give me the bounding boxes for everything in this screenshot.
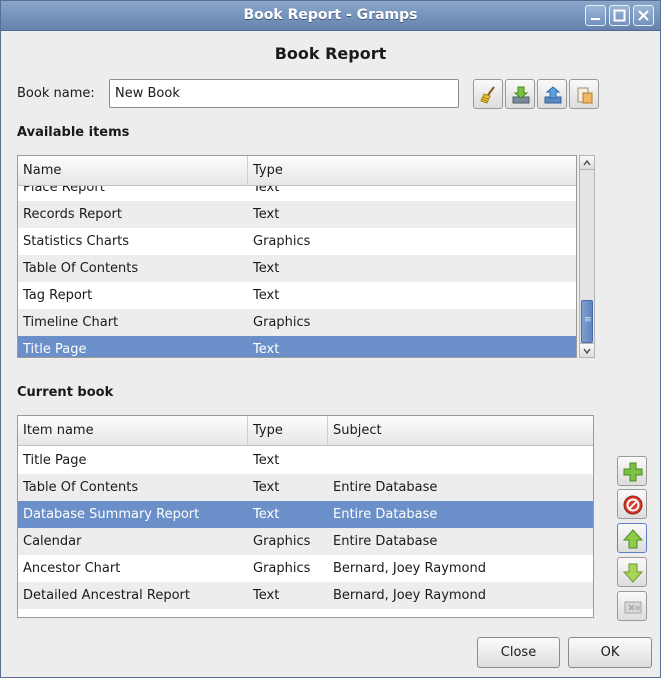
column-header-name[interactable]: Name — [18, 156, 248, 186]
open-book-button[interactable] — [537, 79, 567, 109]
item-type: Graphics — [253, 234, 311, 249]
window-title: Book Report - Gramps — [243, 7, 418, 23]
book-item-row[interactable]: Detailed Ancestral Report Text Bernard, Jo… — [18, 582, 593, 609]
item-type: Graphics — [253, 315, 311, 330]
item-subject: Entire Database — [333, 480, 438, 495]
grip-icon: ≡ — [584, 315, 592, 325]
open-book-icon — [544, 86, 562, 104]
current-book-list[interactable]: Item name Type Subject Title Page Text Tab… — [17, 415, 594, 618]
available-item-row[interactable]: Table Of Contents Text — [18, 255, 576, 282]
item-name: Timeline Chart — [23, 315, 119, 330]
item-name: Title Page — [23, 453, 87, 468]
book-name-input[interactable] — [109, 79, 459, 108]
chevron-down-icon — [583, 348, 591, 355]
item-type: Text — [253, 507, 280, 522]
close-window-button[interactable] — [633, 5, 654, 26]
item-name: Detailed Ancestral Report — [23, 588, 190, 603]
item-type: Text — [253, 480, 280, 495]
item-name: Statistics Charts — [23, 234, 130, 249]
save-book-icon — [512, 86, 530, 104]
item-type: Text — [253, 588, 280, 603]
item-type: Text — [253, 207, 280, 222]
item-type: Text — [253, 453, 280, 468]
item-type: Graphics — [253, 534, 311, 549]
item-subject: Entire Database — [333, 534, 438, 549]
add-item-button[interactable] — [617, 456, 647, 486]
available-items-header: Name Type — [18, 156, 576, 186]
book-item-row[interactable]: Table Of Contents Text Entire Database — [18, 474, 593, 501]
column-header-type[interactable]: Type — [248, 416, 328, 446]
book-item-row[interactable]: Ancestor Chart Graphics Bernard, Joey Raym… — [18, 555, 593, 582]
scroll-down-arrow[interactable] — [580, 343, 594, 357]
dialog-heading: Book Report — [274, 44, 387, 63]
book-report-window: Book Report - Gramps Book Report Book na… — [0, 0, 661, 678]
item-subject: Bernard, Joey Raymond — [333, 561, 486, 576]
save-book-button[interactable] — [505, 79, 535, 109]
move-down-icon — [622, 563, 644, 583]
item-name: Calendar — [23, 534, 82, 549]
edit-books-button[interactable] — [569, 79, 599, 109]
scrollbar-thumb[interactable]: ≡ — [581, 300, 593, 343]
item-subject: Bernard, Joey Raymond — [333, 588, 486, 603]
item-subject: Entire Database — [333, 507, 438, 522]
close-button[interactable]: Close — [477, 637, 560, 668]
available-item-row[interactable]: Title Page Text — [18, 336, 576, 357]
available-items-label: Available items — [17, 125, 130, 140]
item-name: Ancestor Chart — [23, 561, 121, 576]
item-name: Table Of Contents — [23, 261, 139, 276]
available-item-row[interactable]: Tag Report Text — [18, 282, 576, 309]
clear-book-icon — [480, 86, 495, 104]
current-book-label: Current book — [17, 385, 114, 400]
available-items-scrollbar[interactable]: ≡ — [579, 155, 595, 358]
minimize-button[interactable] — [585, 5, 606, 26]
chevron-up-icon — [583, 159, 591, 166]
minimize-icon — [591, 18, 600, 20]
available-item-row[interactable]: Statistics Charts Graphics — [18, 228, 576, 255]
item-type: Text — [253, 342, 280, 357]
maximize-button[interactable] — [609, 5, 630, 26]
item-type: Text — [253, 288, 280, 303]
remove-item-icon — [623, 495, 643, 515]
item-type: Text — [253, 261, 280, 276]
scroll-up-arrow[interactable] — [580, 156, 594, 170]
move-up-button[interactable] — [617, 523, 647, 553]
column-header-subject[interactable]: Subject — [328, 416, 593, 446]
book-name-label: Book name: — [17, 86, 95, 101]
available-item-row[interactable]: Records Report Text — [18, 201, 576, 228]
column-header-type[interactable]: Type — [248, 156, 576, 186]
item-name: Title Page — [23, 342, 87, 357]
current-book-header: Item name Type Subject — [18, 416, 593, 446]
maximize-icon — [613, 9, 626, 22]
item-name: Tag Report — [23, 288, 93, 303]
ok-button[interactable]: OK — [568, 637, 652, 668]
title-bar[interactable]: Book Report - Gramps — [1, 1, 660, 31]
book-item-row[interactable]: Title Page Text — [18, 447, 593, 474]
item-name: Table Of Contents — [23, 480, 139, 495]
move-down-button[interactable] — [617, 557, 647, 587]
book-item-row[interactable]: Database Summary Report Text Entire Databa… — [18, 501, 593, 528]
remove-item-button[interactable] — [617, 489, 647, 519]
available-item-row[interactable]: Timeline Chart Graphics — [18, 309, 576, 336]
item-type: Graphics — [253, 561, 311, 576]
add-item-icon — [623, 462, 643, 482]
move-up-icon — [622, 529, 644, 549]
setup-item-icon — [624, 601, 642, 614]
available-items-list[interactable]: Place Report Text Records Report Text Statis… — [17, 155, 577, 358]
item-name: Database Summary Report — [23, 507, 200, 522]
close-icon — [638, 10, 649, 21]
column-header-item-name[interactable]: Item name — [18, 416, 248, 446]
clear-book-button[interactable] — [473, 79, 503, 109]
book-item-row[interactable]: Calendar Graphics Entire Database — [18, 528, 593, 555]
item-name: Records Report — [23, 207, 122, 222]
edit-books-icon — [577, 87, 593, 104]
setup-item-button[interactable] — [617, 591, 647, 621]
